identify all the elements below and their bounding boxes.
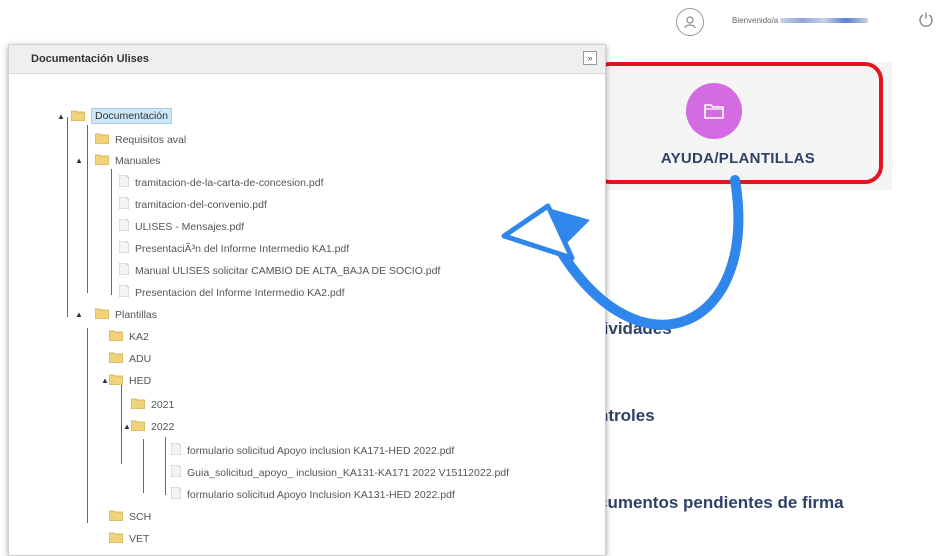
blue-curved-arrow-icon (501, 175, 744, 330)
